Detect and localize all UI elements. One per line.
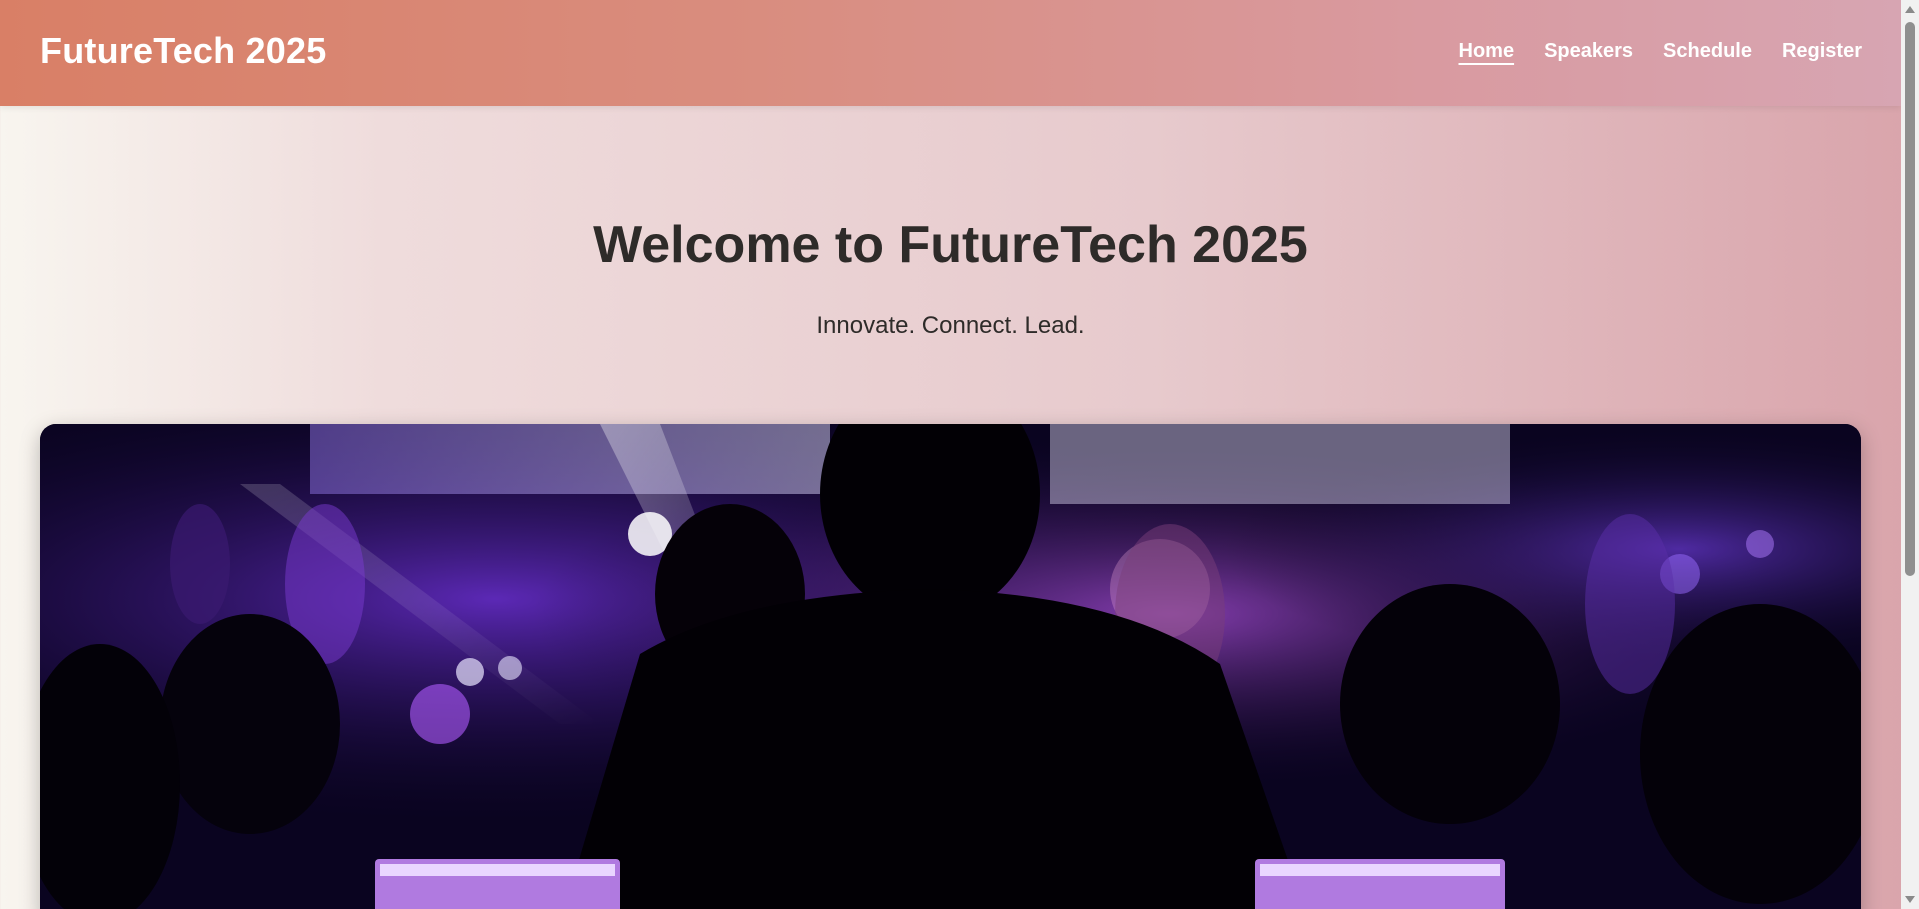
scroll-up-arrow-icon[interactable] <box>1905 6 1915 13</box>
scrollbar-thumb[interactable] <box>1905 22 1915 576</box>
page-scrollbar[interactable] <box>1901 0 1919 909</box>
site-logo[interactable]: FutureTech 2025 <box>40 30 326 72</box>
hero-image <box>40 424 1861 909</box>
nav-link-register[interactable]: Register <box>1782 40 1862 63</box>
site-header: FutureTech 2025 Home Speakers Schedule R… <box>0 0 1901 106</box>
main-nav: Home Speakers Schedule Register <box>1459 40 1863 63</box>
hero-subtitle: Innovate. Connect. Lead. <box>816 312 1085 339</box>
hero-title: Welcome to FutureTech 2025 <box>593 216 1308 274</box>
concert-crowd-photo <box>40 424 1861 909</box>
nav-link-home[interactable]: Home <box>1459 40 1515 63</box>
scroll-down-arrow-icon[interactable] <box>1905 896 1915 903</box>
nav-link-schedule[interactable]: Schedule <box>1663 40 1752 63</box>
nav-link-speakers[interactable]: Speakers <box>1544 40 1633 63</box>
